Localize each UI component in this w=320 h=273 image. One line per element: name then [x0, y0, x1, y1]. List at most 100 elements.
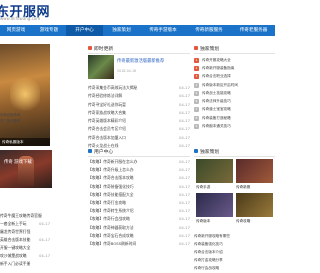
- list-item[interactable]: 传奇合击版本介绍: [194, 248, 275, 256]
- list-item[interactable]: 传奇新开服攻略有哪些: [194, 232, 275, 240]
- list-item[interactable]: 【攻略】传奇装备强化技巧 04-17: [88, 183, 190, 191]
- list-item[interactable]: 【攻略】传奇转生系统介绍 04-17: [88, 207, 190, 215]
- list-item-title: 传奇合击版本攻略: [103, 175, 134, 181]
- list-item[interactable]: 传奇装备强化技巧: [194, 240, 275, 248]
- list-item[interactable]: 传奇牛魔王攻略传奇官服: [0, 212, 50, 220]
- list-item[interactable]: 英雄合击版本技能 04-17: [0, 236, 50, 244]
- list-item-tag: 【攻略】: [88, 167, 104, 173]
- thumbnail[interactable]: [236, 159, 273, 183]
- thumbnail-label[interactable]: 传奇版本: [196, 219, 210, 224]
- list-item-title: 传奇寻宝好礼送你玩耍: [88, 101, 126, 107]
- hero-image[interactable]: 传奇私服版本: [0, 44, 50, 146]
- list-item-date: 04-17: [178, 183, 190, 189]
- section-user-header: 用户中心: [88, 146, 113, 156]
- list-item[interactable]: 传奇英雄版本精彩介绍 04-17: [88, 117, 190, 125]
- site-logo-url: www.dkfuwang.com: [0, 16, 41, 21]
- divider: [88, 156, 190, 157]
- thumbnail-image: [196, 159, 233, 183]
- list-item[interactable]: 传奇合击会员专区介绍 04-17: [88, 125, 190, 133]
- list-item-tag: 【攻略】: [88, 159, 104, 164]
- nav-item-old-servers[interactable]: 传奇老服务器: [232, 25, 275, 36]
- list-item[interactable]: 【攻略】传奇合击版本攻略 04-17: [88, 174, 190, 182]
- section-title: 独家策划: [200, 149, 220, 155]
- thumbnail-image: [196, 193, 233, 217]
- list-item-title: 传奇装备强化技巧: [103, 183, 134, 189]
- rank-badge: 2: [194, 65, 199, 71]
- ranking-item[interactable]: 5 传奇战士技能攻略: [194, 89, 275, 97]
- fire-icon: [88, 46, 92, 50]
- thumbnail-label[interactable]: 传奇新服: [236, 185, 250, 190]
- list-item[interactable]: 传奇寻宝好礼送你玩耍 04-17: [88, 101, 190, 109]
- list-item[interactable]: 传奇采集金币高效玩法大揭秘 04-17: [88, 84, 190, 92]
- list-item-tag: 【攻略】: [88, 199, 104, 205]
- rank-badge: 5: [194, 90, 199, 96]
- list-item[interactable]: 【攻略】传奇打金攻略 04-17: [88, 199, 190, 207]
- game-banner[interactable]: 传奇 游戏下载: [0, 150, 52, 188]
- thumbnail-image: [236, 159, 273, 183]
- list-item-date: 04-17: [38, 237, 50, 242]
- nav-item-mobile-versions[interactable]: 传奇手游版本: [140, 25, 186, 36]
- list-item[interactable]: 开服一键攻略大全: [0, 244, 50, 252]
- list-item-title: 传奇合击会员专区介绍: [88, 126, 126, 132]
- list-item[interactable]: 传奇打金攻略分享: [194, 256, 275, 264]
- ranking-title: 传奇副本通关技巧: [202, 124, 231, 129]
- ranking-item[interactable]: 3 传奇合击职业选择: [194, 73, 275, 81]
- nav-item-exclusive[interactable]: 独家策划: [103, 25, 140, 36]
- list-item-date: 04-17: [178, 232, 190, 238]
- list-item[interactable]: 传奇行会战攻略: [194, 264, 275, 272]
- list-item-tag: 【攻略】: [88, 232, 104, 238]
- list-item-date: 04-17: [178, 85, 190, 90]
- list-item-title: 传奇转生系统介绍: [103, 208, 134, 214]
- list-item[interactable]: 【攻略】传奇技能搭配大全 04-17: [88, 191, 190, 199]
- list-item[interactable]: 传奇经验修炼法详解 04-17: [88, 92, 190, 100]
- nav-item-web-games[interactable]: 网页游戏: [0, 25, 32, 36]
- hero-caption[interactable]: 传奇私服版本: [0, 138, 50, 146]
- list-item-date: 04-17: [178, 159, 190, 164]
- list-item[interactable]: 【攻略】传奇行会战攻略 04-17: [88, 215, 190, 223]
- ranking-item[interactable]: 6 传奇法师升级技巧: [194, 97, 275, 105]
- list-item[interactable]: 传奇家族战攻略大合集 04-17: [88, 109, 190, 117]
- ranking-title: 传奇装备打造秘籍: [202, 115, 231, 120]
- list-item[interactable]: 一套全新上手玩 04-17: [0, 220, 50, 228]
- rank-badge: 9: [194, 124, 199, 130]
- header: 东开服网 www.dkfuwang.com: [0, 0, 275, 24]
- main-nav: 网页游戏 游戏专题 开户中心 独家策划 传奇手游版本 传奇新服服务 传奇老服务器: [0, 25, 275, 36]
- list-item[interactable]: 【攻略】传奇宝石合成攻略 04-17: [88, 232, 190, 240]
- list-item-title: 传奇英雄版本精彩介绍: [88, 118, 126, 124]
- rank-badge: 3: [194, 74, 199, 80]
- thumbnail-label[interactable]: 传奇手游: [196, 185, 210, 190]
- user-icon: [88, 149, 92, 153]
- list-item[interactable]: 屠龙传奇世界打怪: [0, 228, 50, 236]
- ranking-item[interactable]: 2 传奇新开服装备指南: [194, 64, 275, 72]
- list-item-date: 04-17: [178, 208, 190, 214]
- list-item-date: 04-17: [38, 221, 50, 226]
- ranking-item[interactable]: 1 传奇开服攻略大全: [194, 56, 275, 64]
- thumbnail[interactable]: [236, 193, 273, 217]
- list-item[interactable]: 传奇合击版本加盟入口 04-17: [88, 134, 190, 142]
- nav-item-new-servers[interactable]: 传奇新服服务: [186, 25, 232, 36]
- list-item[interactable]: 【攻略】传奇BOSS刷新时间 04-17: [88, 240, 190, 248]
- thumbnail[interactable]: [196, 159, 233, 183]
- ranking-item[interactable]: 9 传奇副本通关技巧: [194, 122, 275, 130]
- list-item-title: 传奇家族战攻略大合集: [88, 109, 126, 115]
- left-list-item[interactable]: 热门游戏推荐: [0, 118, 50, 124]
- thumbnail-label[interactable]: 传奇攻略: [236, 219, 250, 224]
- featured-thumbnail[interactable]: [88, 55, 114, 79]
- ranking-item[interactable]: 7 传奇道士宝宝攻略: [194, 106, 275, 114]
- list-item[interactable]: 新手入门必读手册: [0, 260, 50, 268]
- ranking-item[interactable]: 8 传奇装备打造秘籍: [194, 114, 275, 122]
- list-item-title: 英雄合击版本技能: [0, 237, 31, 242]
- ranking-item[interactable]: 4 传奇版本新区开启时间: [194, 81, 275, 89]
- nav-item-topics[interactable]: 游戏专题: [32, 25, 66, 36]
- list-item-tag: 【攻略】: [88, 240, 104, 246]
- list-item[interactable]: 【攻略】传奇新开服在怎么办 04-17: [88, 158, 190, 166]
- featured-title[interactable]: 传奇最新激活版最新推荐: [117, 58, 164, 64]
- list-item[interactable]: 攻沙城堡战攻略 04-17: [0, 252, 50, 260]
- star-icon: [194, 149, 198, 153]
- thumbnail[interactable]: [196, 193, 233, 217]
- nav-item-account[interactable]: 开户中心: [66, 25, 103, 36]
- list-item[interactable]: 【攻略】传奇神器获取方法 04-17: [88, 224, 190, 232]
- list-item[interactable]: 【攻略】传奇升级上怎么办 04-17: [88, 166, 190, 174]
- middle-article-list: 传奇采集金币高效玩法大揭秘 04-17 传奇经验修炼法详解 04-17 传奇寻宝好礼…: [88, 84, 190, 150]
- list-item-title: 传奇打金攻略: [103, 199, 126, 205]
